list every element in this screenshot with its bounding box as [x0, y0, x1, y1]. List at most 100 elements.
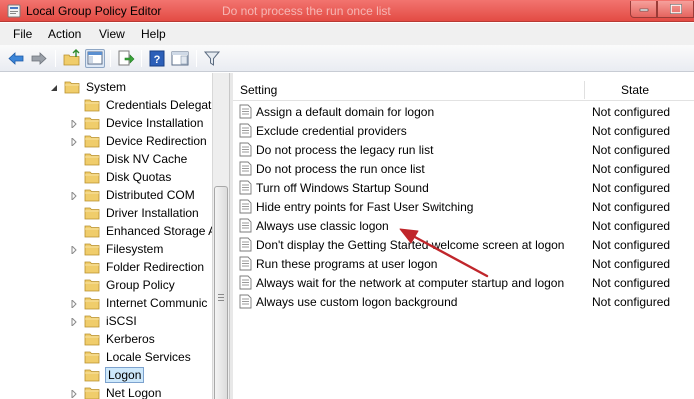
policy-setting-icon: [239, 180, 252, 195]
collapsed-triangle-icon[interactable]: [71, 192, 77, 200]
setting-name: Always wait for the network at computer …: [256, 276, 565, 290]
policy-setting-row[interactable]: Assign a default domain for logon Not con…: [233, 102, 694, 121]
help-button[interactable]: ?: [147, 49, 167, 68]
policy-setting-row[interactable]: Turn off Windows Startup Sound Not config…: [233, 178, 694, 197]
details-pane-icon: [171, 51, 189, 66]
tree-item[interactable]: Group Policy: [0, 277, 212, 295]
tree-vertical-scrollbar[interactable]: [212, 73, 229, 399]
setting-state: Not configured: [592, 295, 671, 309]
column-header-state[interactable]: State: [621, 83, 649, 97]
tree-item[interactable]: Folder Redirection: [0, 259, 212, 277]
setting-name: Do not process the legacy run list: [256, 143, 434, 157]
policy-setting-row[interactable]: Always use custom logon background Not co…: [233, 292, 694, 311]
tree-item-label: Device Redirection: [106, 134, 207, 148]
tree-item[interactable]: Locale Services: [0, 349, 212, 367]
toolbar-separator: [196, 50, 197, 67]
menu-file[interactable]: File: [13, 27, 32, 41]
tree-item[interactable]: Device Redirection: [0, 133, 212, 151]
folder-icon: [84, 261, 100, 274]
policy-setting-icon: [239, 256, 252, 271]
tree-item-label: Disk Quotas: [106, 170, 172, 184]
tree-item[interactable]: System: [0, 79, 212, 97]
tree-item[interactable]: Kerberos: [0, 331, 212, 349]
tree-item[interactable]: Credentials Delegati: [0, 97, 212, 115]
folder-icon: [84, 315, 100, 328]
tree-item-label: Internet Communic: [106, 296, 208, 310]
tree-item[interactable]: Driver Installation: [0, 205, 212, 223]
tree-pane-icon: [87, 51, 103, 65]
collapsed-triangle-icon[interactable]: [71, 138, 77, 146]
tree-item[interactable]: Device Installation: [0, 115, 212, 133]
collapsed-triangle-icon[interactable]: [71, 300, 77, 308]
policy-setting-icon: [239, 275, 252, 290]
folder-icon: [84, 279, 100, 292]
maximize-icon: [669, 4, 682, 14]
policy-setting-row[interactable]: Do not process the legacy run list Not co…: [233, 140, 694, 159]
policy-setting-row[interactable]: Run these programs at user logon Not conf…: [233, 254, 694, 273]
tree-item-label: Logon: [104, 367, 145, 383]
tree-item[interactable]: Net Logon: [0, 385, 212, 399]
maximize-button[interactable]: [657, 1, 694, 18]
filter-button[interactable]: [202, 49, 222, 68]
tree-item-label: Group Policy: [106, 278, 175, 292]
tree-item-label: Folder Redirection: [106, 260, 205, 274]
setting-name: Do not process the run once list: [256, 162, 425, 176]
setting-state: Not configured: [592, 162, 671, 176]
help-icon: ?: [149, 50, 165, 67]
menu-view[interactable]: View: [99, 27, 125, 41]
minimize-button[interactable]: [630, 1, 657, 18]
column-header-setting[interactable]: Setting: [240, 83, 277, 97]
folder-icon: [84, 369, 100, 382]
title-bar[interactable]: Local Group Policy Editor Do not process…: [0, 0, 694, 22]
folder-icon: [64, 81, 80, 94]
setting-name: Assign a default domain for logon: [256, 105, 435, 119]
folder-icon: [84, 117, 100, 130]
tree-item-label: Driver Installation: [106, 206, 199, 220]
policy-setting-icon: [239, 237, 252, 252]
window-title: Local Group Policy Editor: [26, 4, 162, 18]
tree-item[interactable]: Filesystem: [0, 241, 212, 259]
tree-item[interactable]: Enhanced Storage A: [0, 223, 212, 241]
collapsed-triangle-icon[interactable]: [71, 120, 77, 128]
policy-setting-row[interactable]: Do not process the run once list Not conf…: [233, 159, 694, 178]
tree-pane[interactable]: System Credentials Delegati Device Install…: [0, 73, 226, 399]
tree-item[interactable]: Disk Quotas: [0, 169, 212, 187]
setting-name: Run these programs at user logon: [256, 257, 438, 271]
settings-list-pane: Setting State Assign a default domain fo…: [233, 73, 694, 399]
setting-state: Not configured: [592, 257, 671, 271]
collapsed-triangle-icon[interactable]: [71, 390, 77, 398]
up-one-level-button[interactable]: [62, 49, 82, 68]
back-button[interactable]: [6, 49, 26, 68]
policy-setting-row[interactable]: Always wait for the network at computer …: [233, 273, 694, 292]
list-header: Setting State: [233, 79, 694, 101]
forward-button[interactable]: [29, 49, 49, 68]
collapsed-triangle-icon[interactable]: [71, 246, 77, 254]
policy-setting-row[interactable]: Exclude credential providers Not configur…: [233, 121, 694, 140]
column-divider[interactable]: [584, 81, 585, 99]
folder-icon: [84, 189, 100, 202]
folder-up-icon: [63, 49, 80, 66]
policy-setting-row[interactable]: Hide entry points for Fast User Switchin…: [233, 197, 694, 216]
show-hide-tree-button[interactable]: [85, 49, 105, 68]
tree-item-label: Locale Services: [106, 350, 191, 364]
toolbar-separator: [110, 50, 111, 67]
tree-item[interactable]: Logon: [0, 367, 212, 385]
policy-setting-row[interactable]: Don't display the Getting Started welcom…: [233, 235, 694, 254]
scrollbar-thumb[interactable]: [214, 186, 228, 399]
folder-icon: [84, 171, 100, 184]
toolbar-separator: [55, 50, 56, 67]
policy-setting-row[interactable]: Always use classic logon Not configured: [233, 216, 694, 235]
setting-state: Not configured: [592, 143, 671, 157]
menu-help[interactable]: Help: [141, 27, 166, 41]
tree-item[interactable]: iSCSI: [0, 313, 212, 331]
expanded-triangle-icon[interactable]: [51, 84, 57, 92]
tree-item-label: iSCSI: [106, 314, 137, 328]
collapsed-triangle-icon[interactable]: [71, 318, 77, 326]
menu-action[interactable]: Action: [48, 27, 81, 41]
tree-item[interactable]: Distributed COM: [0, 187, 212, 205]
scrollbar-grip: [218, 294, 224, 295]
tree-item[interactable]: Internet Communic: [0, 295, 212, 313]
tree-item[interactable]: Disk NV Cache: [0, 151, 212, 169]
properties-pane-button[interactable]: [170, 49, 190, 68]
export-list-button[interactable]: [116, 49, 136, 68]
